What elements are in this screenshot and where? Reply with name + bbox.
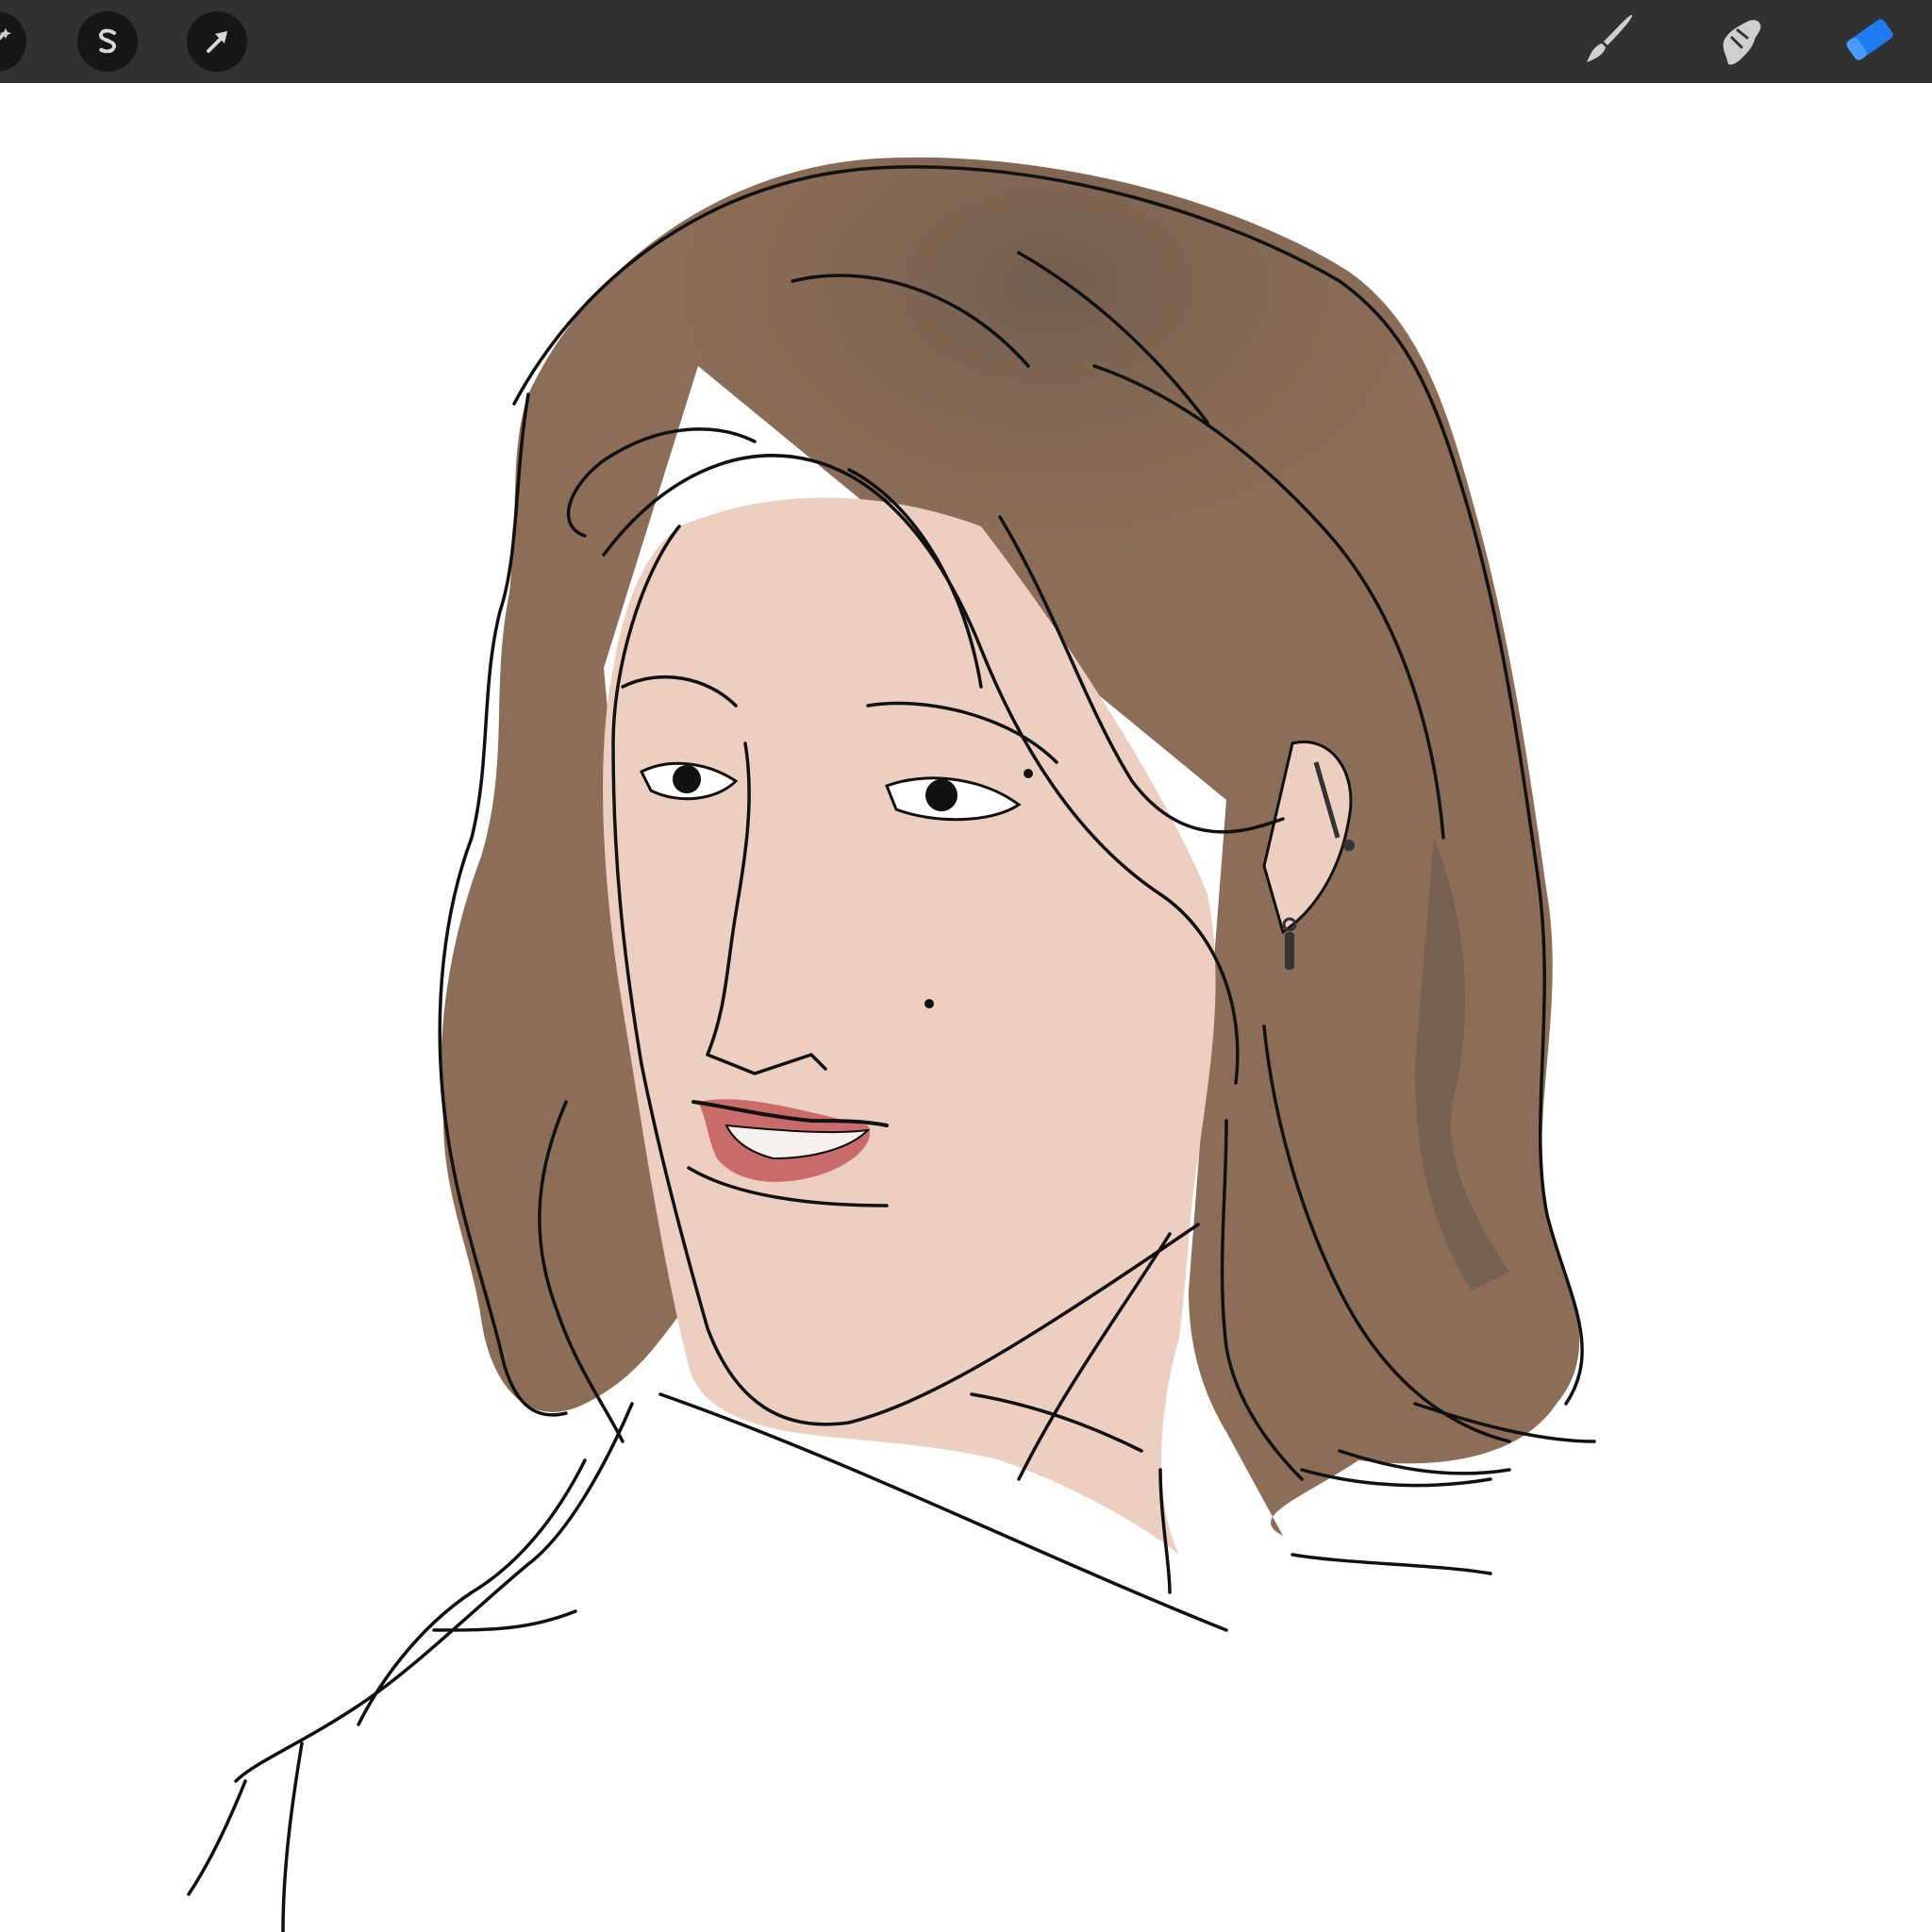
smudge-tool-button[interactable] [1706,8,1774,75]
procreate-app [0,0,1932,1932]
portrait-artwork [187,157,1596,1932]
arrow-cursor-icon [198,23,236,60]
smudge-finger-icon [1709,9,1770,74]
eraser-icon [1840,9,1900,74]
brush-icon [1579,9,1640,74]
beauty-mark-lower [924,999,934,1008]
adjustments-button[interactable] [0,11,26,72]
eraser-tool-button[interactable] [1836,8,1904,75]
beauty-mark-upper [1024,769,1033,778]
transform-button[interactable] [187,11,247,72]
brush-tool-button[interactable] [1575,8,1643,75]
drawing-canvas[interactable] [0,83,1932,1932]
magic-wand-icon [0,23,15,60]
top-toolbar [0,0,1932,83]
selection-s-icon [89,23,126,60]
selection-button[interactable] [77,11,138,72]
